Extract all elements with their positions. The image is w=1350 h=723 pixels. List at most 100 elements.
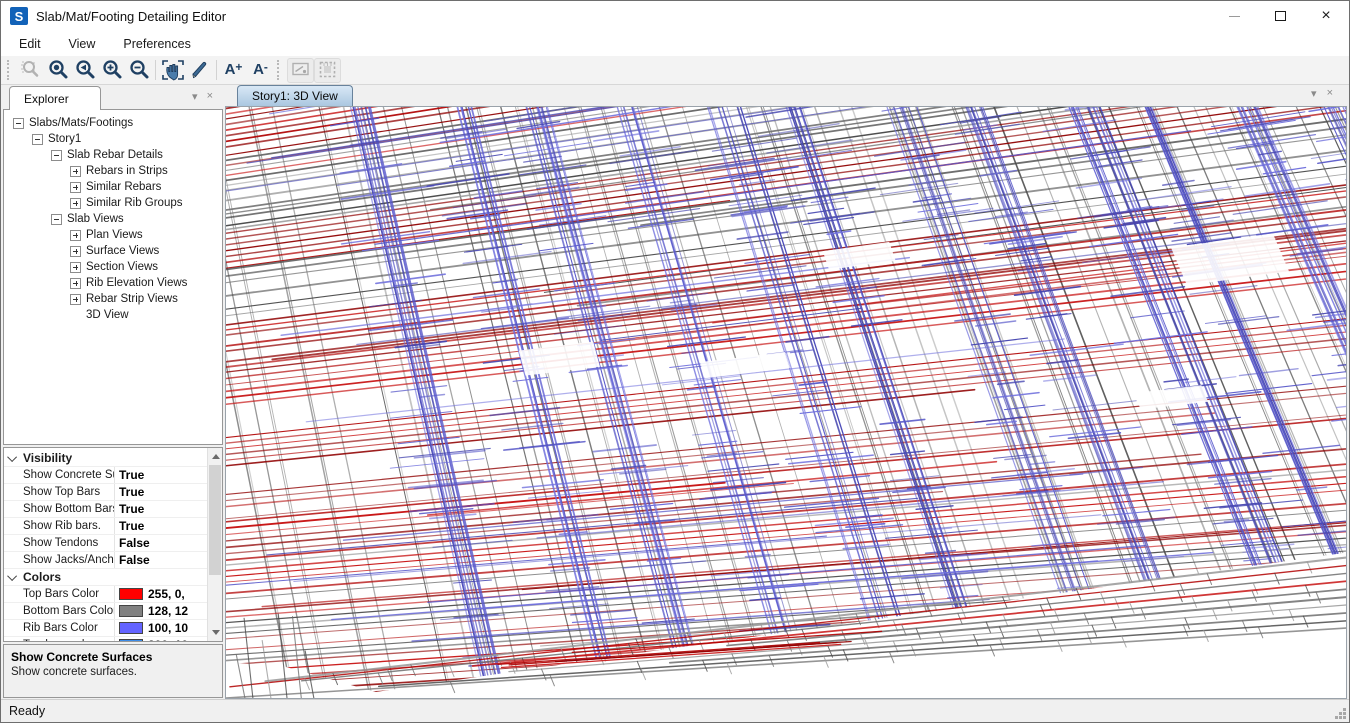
viewport-dropdown-icon[interactable]: ▾ bbox=[1311, 87, 1317, 100]
menu-item-preferences[interactable]: Preferences bbox=[121, 35, 192, 53]
expand-icon[interactable] bbox=[70, 278, 81, 289]
close-button[interactable]: × bbox=[1303, 1, 1349, 31]
properties-scrollbar[interactable] bbox=[207, 448, 222, 641]
property-value[interactable]: False bbox=[115, 536, 207, 550]
collapse-icon[interactable] bbox=[51, 214, 62, 225]
scroll-down-icon[interactable] bbox=[212, 630, 220, 635]
menu-item-view[interactable]: View bbox=[67, 35, 98, 53]
property-value[interactable]: True bbox=[115, 502, 207, 516]
viewport-tab-strip: Story1: 3D View ▾ × bbox=[225, 85, 1347, 106]
maximize-button[interactable] bbox=[1257, 1, 1303, 31]
toolbar-grip[interactable] bbox=[277, 60, 284, 80]
scrollbar-thumb[interactable] bbox=[209, 465, 221, 575]
resize-grip-icon[interactable] bbox=[1333, 706, 1347, 720]
property-value-text: 128, 12 bbox=[148, 604, 188, 618]
menu-item-edit[interactable]: Edit bbox=[17, 35, 43, 53]
category-chevron-icon[interactable] bbox=[4, 574, 23, 581]
property-row-show-top-bars[interactable]: Show Top BarsTrue bbox=[4, 484, 207, 501]
property-row-show-jacks-anchors[interactable]: Show Jacks/AnchorsFalse bbox=[4, 552, 207, 569]
viewport-close-icon[interactable]: × bbox=[1327, 87, 1333, 100]
tree-item-label: Rib Elevation Views bbox=[86, 277, 187, 289]
tree-item-surface-views[interactable]: Surface Views bbox=[4, 243, 222, 259]
property-row-show-tendons[interactable]: Show TendonsFalse bbox=[4, 535, 207, 552]
expand-icon[interactable] bbox=[70, 230, 81, 241]
explorer-tree: Slabs/Mats/Footings Story1Slab Rebar Deta… bbox=[3, 109, 223, 445]
tree-item-label: Slabs/Mats/Footings bbox=[29, 117, 133, 129]
property-label: Show Top Bars bbox=[23, 484, 115, 500]
expand-icon[interactable] bbox=[70, 166, 81, 177]
tree-item-slab-rebar-details[interactable]: Slab Rebar Details bbox=[4, 147, 222, 163]
plot-limits-icon bbox=[289, 58, 313, 82]
property-value[interactable]: True bbox=[115, 485, 207, 499]
property-row-top-bars-color[interactable]: Top Bars Color255, 0, bbox=[4, 586, 207, 603]
tab-story1-3d-view[interactable]: Story1: 3D View bbox=[237, 85, 353, 106]
category-chevron-icon[interactable] bbox=[4, 455, 23, 462]
category-label: Colors bbox=[23, 569, 61, 585]
property-value[interactable]: 100, 10 bbox=[115, 621, 207, 635]
properties-grid: VisibilityShow Concrete SurfacesTrueShow… bbox=[4, 450, 207, 642]
property-value-text: True bbox=[119, 468, 144, 482]
zoom-extents-button[interactable] bbox=[44, 58, 71, 83]
tab-explorer[interactable]: Explorer bbox=[9, 86, 101, 110]
zoom-in-button[interactable] bbox=[98, 58, 125, 83]
font-increase-button[interactable]: A+ bbox=[220, 58, 247, 83]
zoom-in-icon bbox=[100, 58, 124, 82]
tree-item-slab-views[interactable]: Slab Views bbox=[4, 211, 222, 227]
property-row-tendons-color[interactable]: Tendons color200, 10 bbox=[4, 637, 207, 642]
toolbar-grip[interactable] bbox=[7, 60, 14, 80]
tree-item-similar-rebars[interactable]: Similar Rebars bbox=[4, 179, 222, 195]
tree-item-rebar-strip-views[interactable]: Rebar Strip Views bbox=[4, 291, 222, 307]
rebar-3d-wireframe bbox=[226, 107, 1347, 699]
property-row-show-bottom-bars[interactable]: Show Bottom BarsTrue bbox=[4, 501, 207, 518]
expand-icon[interactable] bbox=[70, 262, 81, 273]
property-row-bottom-bars-color[interactable]: Bottom Bars Color 128, 12 bbox=[4, 603, 207, 620]
minimize-button[interactable] bbox=[1211, 1, 1257, 31]
zoom-out-button[interactable] bbox=[125, 58, 152, 83]
tree-item-similar-rib-groups[interactable]: Similar Rib Groups bbox=[4, 195, 222, 211]
panel-dropdown-icon[interactable]: ▾ bbox=[192, 90, 198, 103]
tree-item-label: Rebars in Strips bbox=[86, 165, 168, 177]
expand-icon[interactable] bbox=[70, 182, 81, 193]
property-row-rib-bars-color[interactable]: Rib Bars Color100, 10 bbox=[4, 620, 207, 637]
title-bar: S Slab/Mat/Footing Detailing Editor × bbox=[1, 1, 1349, 31]
panel-close-icon[interactable]: × bbox=[207, 90, 213, 103]
zoom-window-button bbox=[17, 58, 44, 83]
property-description-text: Show concrete surfaces. bbox=[11, 666, 215, 678]
tree-item-3d-view[interactable]: 3D View bbox=[4, 307, 222, 323]
expand-icon[interactable] bbox=[70, 246, 81, 257]
property-row-show-concrete-surfaces[interactable]: Show Concrete SurfacesTrue bbox=[4, 467, 207, 484]
tree-item-label: Plan Views bbox=[86, 229, 143, 241]
menu-bar: Edit View Preferences bbox=[1, 31, 1349, 56]
property-label: Bottom Bars Color bbox=[23, 603, 115, 619]
toolbar-separator bbox=[216, 60, 217, 80]
property-value[interactable]: False bbox=[115, 553, 207, 567]
scroll-up-icon[interactable] bbox=[212, 454, 220, 459]
tree-item-label: Rebar Strip Views bbox=[86, 293, 178, 305]
property-category-colors[interactable]: Colors bbox=[4, 569, 207, 586]
property-value[interactable]: 255, 0, bbox=[115, 587, 207, 601]
tree-item-rebars-in-strips[interactable]: Rebars in Strips bbox=[4, 163, 222, 179]
tree-item-plan-views[interactable]: Plan Views bbox=[4, 227, 222, 243]
tree-item-rib-elevation-views[interactable]: Rib Elevation Views bbox=[4, 275, 222, 291]
property-category-visibility[interactable]: Visibility bbox=[4, 450, 207, 467]
collapse-icon[interactable] bbox=[13, 118, 24, 129]
zoom-previous-button[interactable] bbox=[71, 58, 98, 83]
zoom-out-icon bbox=[127, 58, 151, 82]
property-value[interactable]: True bbox=[115, 468, 207, 482]
font-decrease-button[interactable]: A- bbox=[247, 58, 274, 83]
expand-icon[interactable] bbox=[70, 294, 81, 305]
pan-button[interactable] bbox=[159, 58, 186, 83]
expand-icon[interactable] bbox=[70, 198, 81, 209]
property-value[interactable]: True bbox=[115, 519, 207, 533]
tree-item-story1[interactable]: Story1 bbox=[4, 131, 222, 147]
viewport-canvas[interactable] bbox=[225, 106, 1347, 699]
properties-panel: VisibilityShow Concrete SurfacesTrueShow… bbox=[3, 447, 223, 642]
collapse-icon[interactable] bbox=[51, 150, 62, 161]
pencil-button[interactable] bbox=[186, 58, 213, 83]
tree-item-slabs-mats-footings[interactable]: Slabs/Mats/Footings bbox=[4, 115, 222, 131]
property-row-show-rib-bars-[interactable]: Show Rib bars.True bbox=[4, 518, 207, 535]
property-value[interactable]: 200, 10 bbox=[115, 638, 207, 642]
tree-item-section-views[interactable]: Section Views bbox=[4, 259, 222, 275]
property-value[interactable]: 128, 12 bbox=[115, 604, 207, 618]
collapse-icon[interactable] bbox=[32, 134, 43, 145]
